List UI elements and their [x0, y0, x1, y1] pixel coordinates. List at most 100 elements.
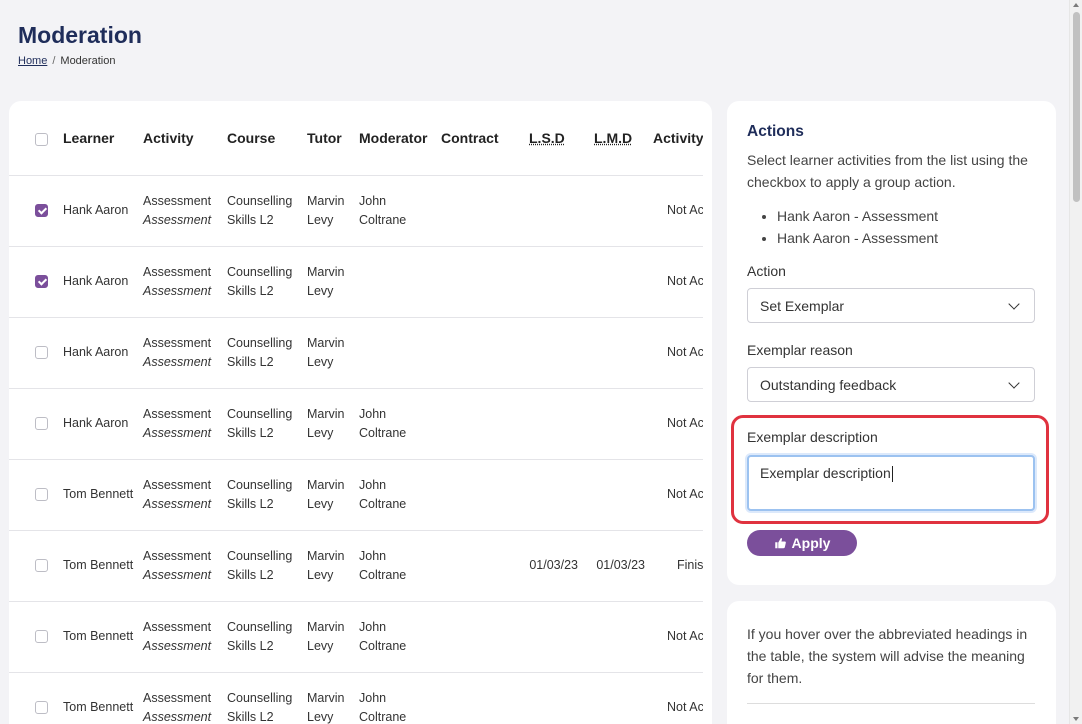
row-checkbox[interactable]: [35, 559, 48, 573]
course-cell: Counselling Skills L2: [223, 672, 303, 724]
moderation-table: Learner Activity Course Tutor Moderator …: [9, 101, 703, 724]
help-divider: [747, 703, 1035, 704]
lsd-cell: [515, 246, 582, 318]
learner-cell: Tom Bennett: [59, 672, 139, 724]
contract-cell: [437, 246, 515, 318]
text-caret: [891, 466, 893, 483]
row-select-cell: [9, 530, 59, 602]
row-checkbox[interactable]: [35, 630, 48, 644]
activity-status-cell: Not Actioned: [649, 175, 703, 247]
row-checkbox[interactable]: [35, 275, 48, 289]
activity-type: Assessment: [143, 567, 212, 582]
table-row[interactable]: Hank Aaron Assessment Assessment Counsellin…: [9, 388, 703, 460]
activity-status-cell: Finished: [649, 530, 703, 602]
table-row[interactable]: Hank Aaron Assessment Assessment Counsellin…: [9, 246, 703, 318]
learner-cell: Hank Aaron: [59, 175, 139, 247]
tutor-cell: Marvin Levy: [303, 459, 355, 531]
contract-cell: [437, 530, 515, 602]
activity-cell: Assessment Assessment: [139, 601, 223, 673]
lmd-cell: [582, 388, 649, 460]
lsd-cell: [515, 317, 582, 389]
table-row[interactable]: Hank Aaron Assessment Assessment Counsellin…: [9, 317, 703, 389]
activity-type: Assessment: [143, 212, 212, 227]
column-header-lsd[interactable]: L.S.D: [515, 101, 582, 176]
activity-type: Assessment: [143, 354, 212, 369]
apply-button-label: Apply: [791, 535, 831, 551]
tutor-cell: Marvin Levy: [303, 246, 355, 318]
page-scrollbar[interactable]: [1069, 0, 1082, 724]
exemplar-reason-value: Outstanding feedback: [760, 376, 897, 393]
breadcrumb-separator: /: [52, 55, 56, 67]
scroll-down-arrow-icon[interactable]: [1073, 717, 1079, 721]
column-header-course[interactable]: Course: [223, 101, 303, 176]
activity-cell: Assessment Assessment: [139, 459, 223, 531]
tutor-cell: Marvin Levy: [303, 317, 355, 389]
table-scroll-area[interactable]: Learner Activity Course Tutor Moderator …: [9, 101, 703, 724]
selected-activity-item: Hank Aaron - Assessment: [777, 205, 1036, 227]
scroll-up-arrow-icon[interactable]: [1073, 3, 1079, 7]
selected-activities-list: Hank Aaron - Assessment Hank Aaron - Ass…: [747, 205, 1036, 249]
select-all-checkbox[interactable]: [35, 132, 48, 146]
action-select[interactable]: Set Exemplar: [747, 288, 1035, 323]
actions-title: Actions: [747, 123, 804, 140]
column-header-lmd[interactable]: L.M.D: [582, 101, 649, 176]
table-row[interactable]: Tom Bennett Assessment Assessment Counselli…: [9, 601, 703, 673]
table-row[interactable]: Tom Bennett Assessment Assessment Counselli…: [9, 530, 703, 602]
breadcrumb-home-link[interactable]: Home: [18, 55, 47, 67]
lsd-cell: [515, 459, 582, 531]
row-checkbox[interactable]: [35, 204, 48, 218]
activity-name: Assessment: [143, 619, 212, 634]
row-select-cell: [9, 672, 59, 724]
help-panel: If you hover over the abbreviated headin…: [727, 601, 1056, 724]
course-cell: Counselling Skills L2: [223, 175, 303, 247]
row-checkbox[interactable]: [35, 346, 48, 360]
activity-status-cell: Not Actioned: [649, 388, 703, 460]
lmd-abbreviation[interactable]: L.M.D: [594, 130, 632, 146]
lsd-cell: [515, 672, 582, 724]
lmd-cell: [582, 672, 649, 724]
row-checkbox[interactable]: [35, 701, 48, 715]
contract-cell: [437, 672, 515, 724]
lmd-cell: [582, 459, 649, 531]
help-text: If you hover over the abbreviated headin…: [747, 626, 1028, 686]
course-cell: Counselling Skills L2: [223, 246, 303, 318]
exemplar-reason-select[interactable]: Outstanding feedback: [747, 367, 1035, 402]
chevron-down-icon: [1008, 297, 1020, 310]
lsd-abbreviation[interactable]: L.S.D: [529, 130, 565, 146]
column-header-activity[interactable]: Activity: [139, 101, 223, 176]
breadcrumb: Home / Moderation: [18, 55, 142, 67]
lmd-cell: [582, 246, 649, 318]
apply-button[interactable]: Apply: [747, 530, 857, 556]
activity-name: Assessment: [143, 193, 212, 208]
row-checkbox[interactable]: [35, 417, 48, 431]
course-cell: Counselling Skills L2: [223, 459, 303, 531]
exemplar-description-value: Exemplar description: [760, 465, 891, 481]
activity-type: Assessment: [143, 709, 212, 724]
activity-name: Assessment: [143, 264, 212, 279]
page-header: Moderation Home / Moderation: [18, 20, 142, 67]
column-header-moderator[interactable]: Moderator: [355, 101, 437, 176]
learner-cell: Tom Bennett: [59, 459, 139, 531]
scrollbar-thumb[interactable]: [1073, 12, 1080, 202]
lsd-cell: 01/03/23: [515, 530, 582, 602]
column-header-tutor[interactable]: Tutor: [303, 101, 355, 176]
action-label: Action: [747, 263, 786, 279]
moderation-table-card: Learner Activity Course Tutor Moderator …: [9, 101, 712, 724]
activity-cell: Assessment Assessment: [139, 672, 223, 724]
exemplar-reason-label: Exemplar reason: [747, 342, 853, 358]
table-row[interactable]: Hank Aaron Assessment Assessment Counsellin…: [9, 175, 703, 247]
column-header-learner[interactable]: Learner: [59, 101, 139, 176]
table-row[interactable]: Tom Bennett Assessment Assessment Counselli…: [9, 459, 703, 531]
row-checkbox[interactable]: [35, 488, 48, 502]
activity-name: Assessment: [143, 477, 212, 492]
contract-cell: [437, 601, 515, 673]
table-row[interactable]: Tom Bennett Assessment Assessment Counselli…: [9, 672, 703, 724]
moderator-cell: John Coltrane: [355, 601, 437, 673]
column-header-activity-status[interactable]: Activity: [649, 101, 703, 176]
column-header-contract[interactable]: Contract: [437, 101, 515, 176]
exemplar-description-textarea[interactable]: Exemplar description: [747, 455, 1035, 511]
row-select-cell: [9, 175, 59, 247]
row-select-cell: [9, 317, 59, 389]
table-header-row: Learner Activity Course Tutor Moderator …: [9, 101, 703, 176]
moderator-cell: John Coltrane: [355, 388, 437, 460]
